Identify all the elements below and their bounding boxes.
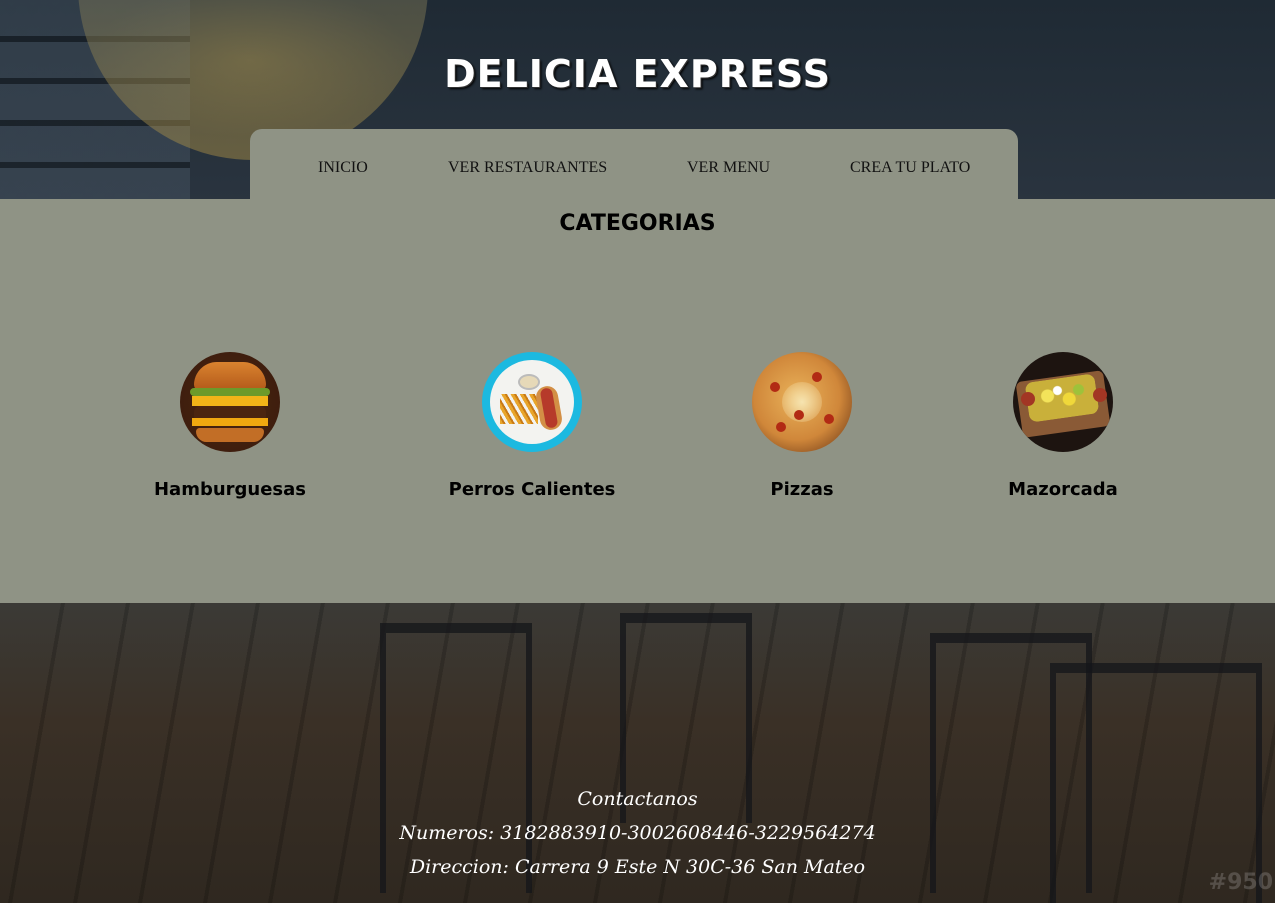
category-label[interactable]: Mazorcada bbox=[953, 479, 1173, 500]
category-hamburguesas[interactable]: Hamburguesas bbox=[120, 352, 340, 500]
category-perros-calientes[interactable]: Perros Calientes bbox=[422, 352, 642, 500]
site-title: DELICIA EXPRESS bbox=[444, 52, 831, 96]
contact-address: Direccion: Carrera 9 Este N 30C-36 San M… bbox=[409, 856, 866, 878]
main-nav: INICIO VER RESTAURANTES VER MENU CREA TU… bbox=[250, 129, 1018, 200]
category-label[interactable]: Hamburguesas bbox=[120, 479, 340, 500]
category-label[interactable]: Pizzas bbox=[692, 479, 912, 500]
contact-heading: Contactanos bbox=[577, 788, 698, 810]
category-mazorcada[interactable]: Mazorcada bbox=[953, 352, 1173, 500]
hotdog-image[interactable] bbox=[482, 352, 582, 452]
nav-item-crea-tu-plato[interactable]: CREA TU PLATO bbox=[850, 159, 970, 177]
pizza-image[interactable] bbox=[752, 352, 852, 452]
contact-footer: Contactanos Numeros: 3182883910-30026084… bbox=[0, 782, 1275, 884]
nav-item-ver-restaurantes[interactable]: VER RESTAURANTES bbox=[448, 159, 607, 177]
nav-item-ver-menu[interactable]: VER MENU bbox=[687, 159, 770, 177]
category-pizzas[interactable]: Pizzas bbox=[692, 352, 912, 500]
nav-item-inicio[interactable]: INICIO bbox=[318, 159, 368, 177]
contact-phones: Numeros: 3182883910-3002608446-322956427… bbox=[399, 822, 876, 844]
section-title: CATEGORIAS bbox=[559, 211, 716, 236]
categories-section: CATEGORIAS Hamburguesas Perros Calientes… bbox=[0, 199, 1275, 603]
category-label[interactable]: Perros Calientes bbox=[422, 479, 642, 500]
mazorcada-image[interactable] bbox=[1013, 352, 1113, 452]
burger-image[interactable] bbox=[180, 352, 280, 452]
